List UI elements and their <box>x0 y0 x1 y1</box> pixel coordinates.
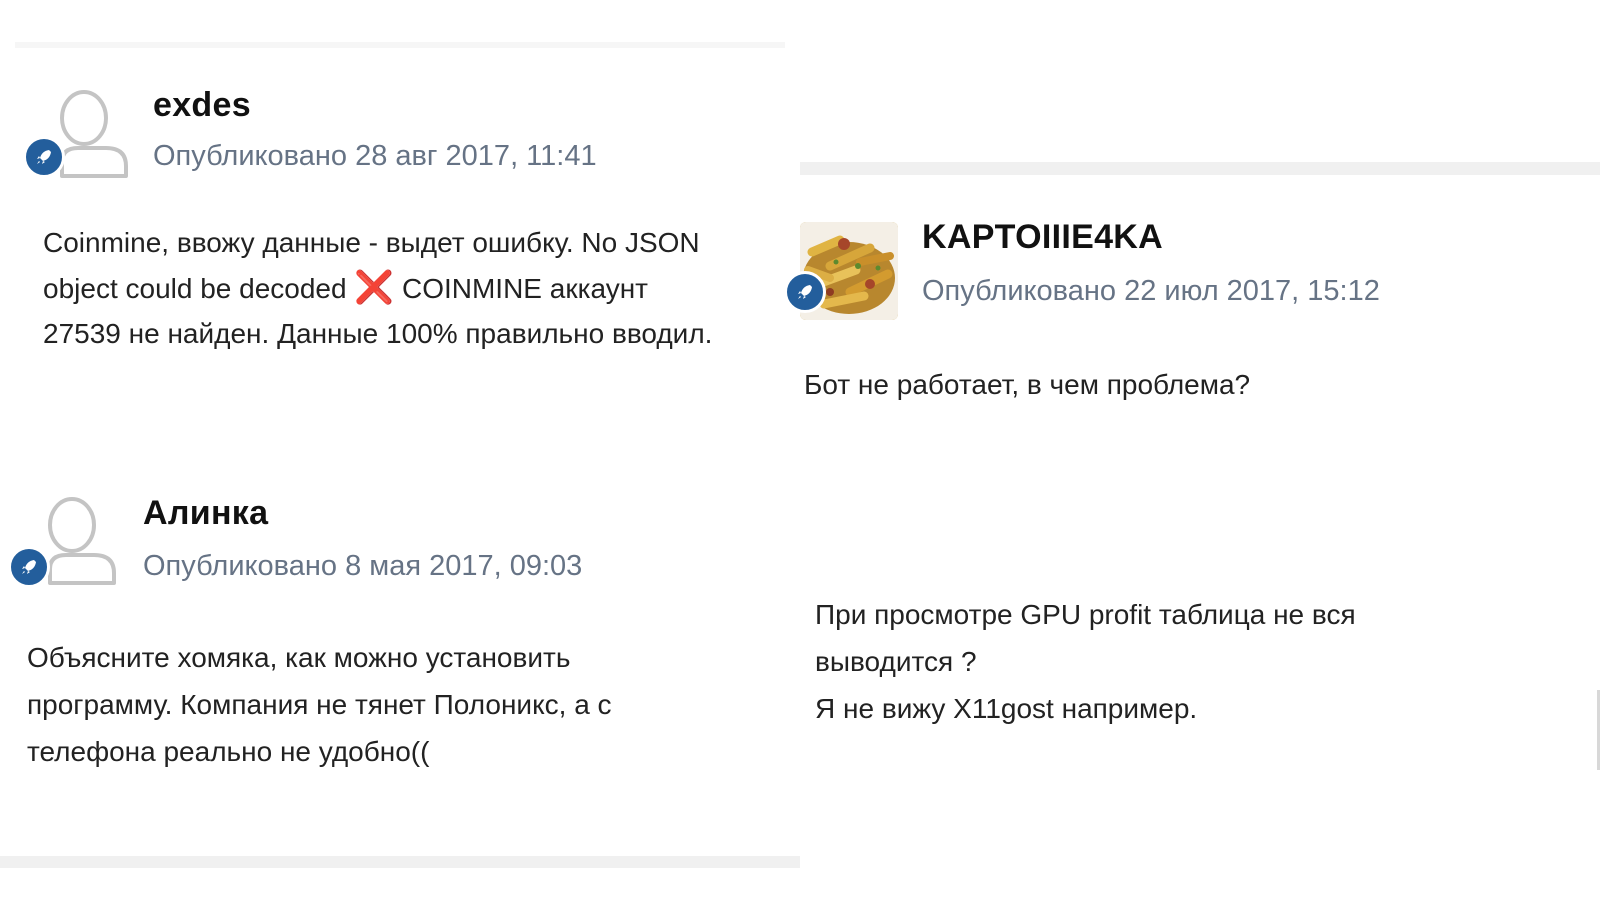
divider-top <box>15 42 785 48</box>
post-body: При просмотре GPU profit таблица не вся … <box>815 591 1356 732</box>
post-body-line: выводится ? <box>815 646 977 677</box>
post-date[interactable]: Опубликовано 8 мая 2017, 09:03 <box>143 550 582 583</box>
post-body-line: Объясните хомяка, как можно установить <box>27 642 571 673</box>
divider-right-column <box>800 162 1600 175</box>
divider-bottom <box>0 856 800 868</box>
post-body: Бот не работает, в чем проблема? <box>804 362 1250 407</box>
post-author[interactable]: exdes <box>153 86 251 125</box>
post-body-text: object could be decoded <box>43 273 347 304</box>
post-body-text: COINMINE аккаунт <box>401 273 648 304</box>
post-body-line: программу. Компания не тянет Полоникс, а… <box>27 689 612 720</box>
post-body-line: Бот не работает, в чем проблема? <box>804 369 1251 400</box>
rocket-icon <box>784 271 826 313</box>
rocket-icon <box>8 546 50 588</box>
post-body-line: Я не вижу X11gost например. <box>815 693 1198 724</box>
post-author[interactable]: KAPTOIIIE4KA <box>922 218 1163 257</box>
post-body: Coinmine, ввожу данные - выдет ошибку. N… <box>43 220 712 356</box>
post-body-line: 27539 не найден. Данные 100% правильно в… <box>43 318 713 349</box>
post-body-line: телефона реально не удобно(( <box>27 736 430 767</box>
post-body: Объясните хомяка, как можно установить п… <box>27 634 612 775</box>
post-date[interactable]: Опубликовано 22 июл 2017, 15:12 <box>922 275 1380 308</box>
post-author[interactable]: Алинка <box>143 494 268 533</box>
post-body-line: object could be decoded ❌ COINMINE аккау… <box>43 265 712 311</box>
rocket-icon <box>23 136 65 178</box>
post-date[interactable]: Опубликовано 28 авг 2017, 11:41 <box>153 140 597 173</box>
post-body-line: При просмотре GPU profit таблица не вся <box>815 599 1356 630</box>
cross-mark-icon: ❌ <box>354 269 395 305</box>
post-body-line: Coinmine, ввожу данные - выдет ошибку. N… <box>43 227 700 258</box>
